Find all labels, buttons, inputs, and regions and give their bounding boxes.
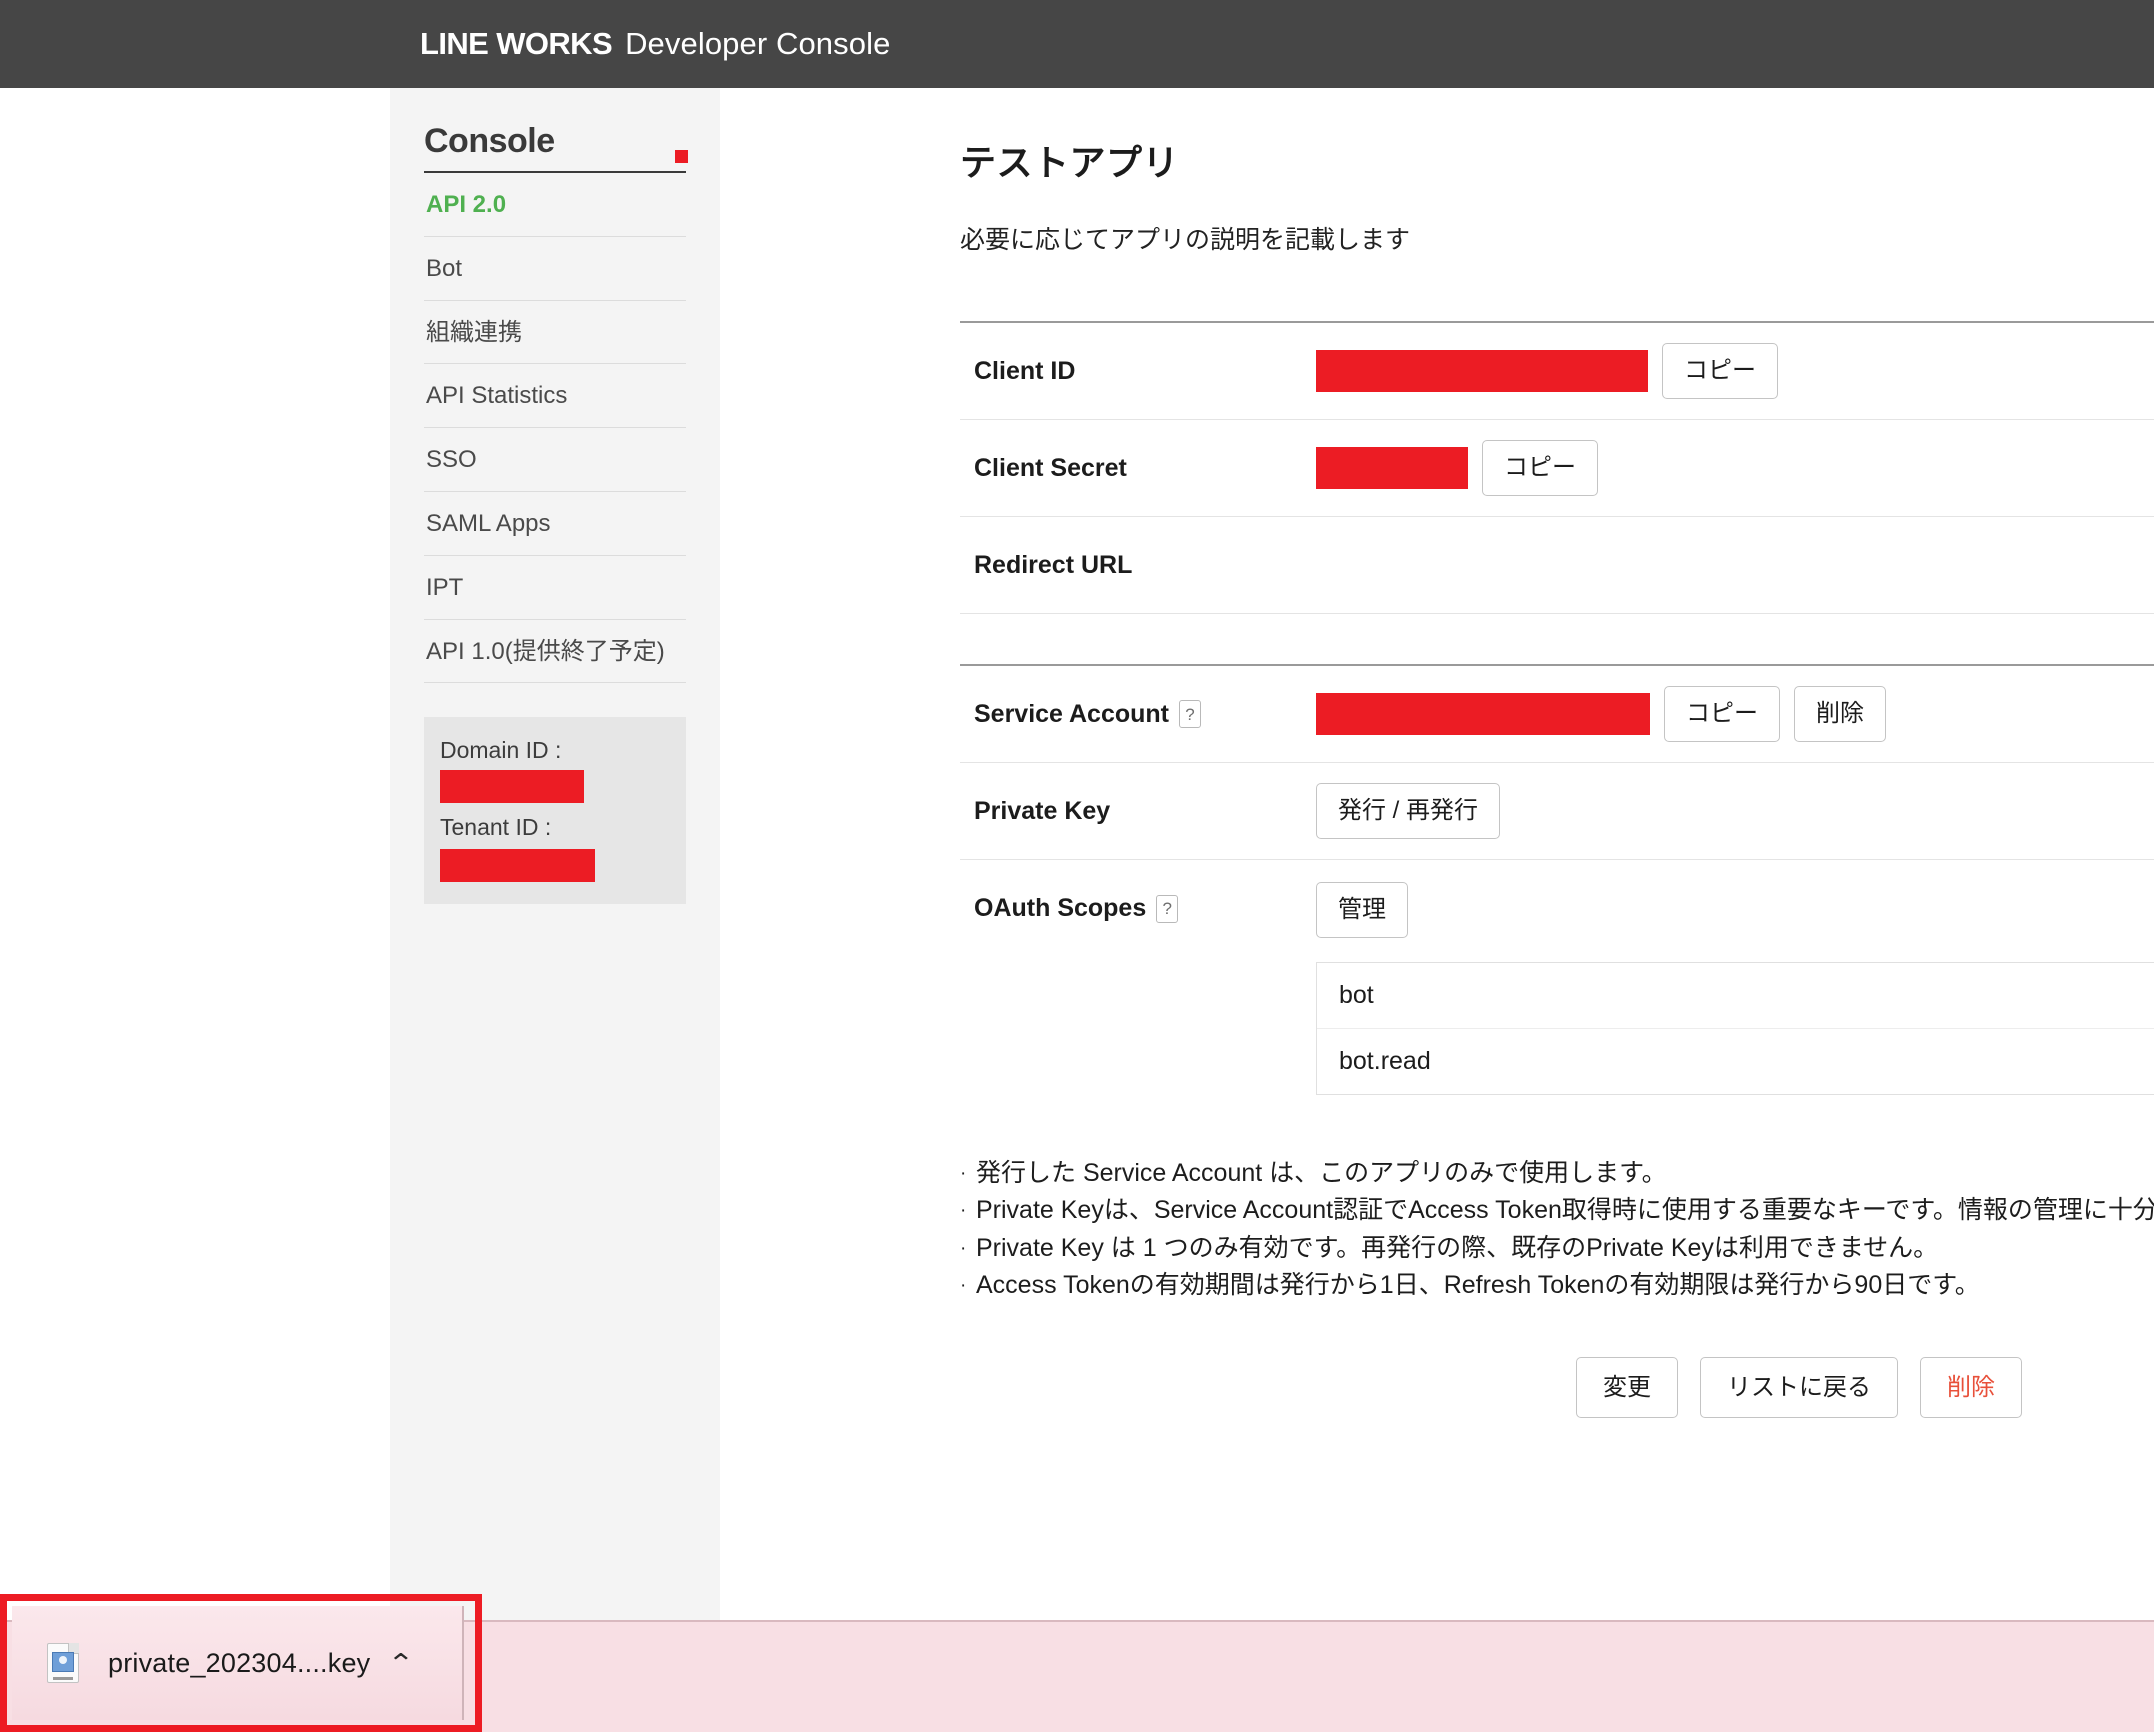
redirect-url-label: Redirect URL — [960, 551, 1316, 580]
row-redirect-url: Redirect URL — [960, 517, 2154, 614]
note-bullet-icon: · — [960, 1230, 976, 1267]
tenant-info-box: Domain ID : Tenant ID : — [424, 717, 686, 904]
sidebar-item-sso[interactable]: SSO — [424, 428, 686, 492]
note-item: · Access Tokenの有効期間は発行から1日、Refresh Token… — [960, 1267, 2154, 1305]
page-description: 必要に応じてアプリの説明を記載します — [960, 220, 2154, 256]
row-client-id: Client ID コピー — [960, 323, 2154, 420]
list-item: bot.read — [1317, 1029, 2154, 1094]
note-item: · Private Key は 1 つのみ有効です。再発行の際、既存のPriva… — [960, 1230, 2154, 1268]
sidebar-link-saml-apps[interactable]: SAML Apps — [424, 492, 686, 555]
service-account-label: Service Account ? — [960, 700, 1316, 729]
note-bullet-icon: · — [960, 1155, 976, 1192]
sidebar-link-org-link[interactable]: 組織連携 — [424, 301, 686, 364]
private-key-value-cell: 発行 / 再発行 — [1316, 783, 2154, 839]
note-bullet-icon: · — [960, 1267, 976, 1304]
note-item: · Private Keyは、Service Account認証でAccess … — [960, 1192, 2154, 1230]
sidebar: Console API 2.0 Bot 組織連携 API Statistics — [390, 88, 720, 1620]
download-bar: private_202304....key ⌃ — [0, 1620, 2154, 1732]
red-square-icon — [675, 150, 688, 163]
service-account-delete-button[interactable]: 削除 — [1794, 686, 1886, 742]
client-secret-redacted-value — [1316, 447, 1468, 489]
service-account-value-cell: コピー 削除 — [1316, 686, 2154, 742]
oauth-scopes-manage-button[interactable]: 管理 — [1316, 882, 1408, 938]
sidebar-item-org-link[interactable]: 組織連携 — [424, 301, 686, 365]
tenant-id-redacted-value — [440, 849, 595, 882]
update-button[interactable]: 変更 — [1576, 1357, 1678, 1419]
client-id-label: Client ID — [960, 357, 1316, 386]
sidebar-link-api-statistics[interactable]: API Statistics — [424, 364, 686, 427]
sidebar-link-api-1[interactable]: API 1.0(提供終了予定) — [424, 620, 686, 683]
service-account-label-text: Service Account — [974, 700, 1169, 729]
help-icon[interactable]: ? — [1179, 700, 1201, 728]
oauth-scope-list: bot bot.read — [1316, 962, 2154, 1095]
domain-id-redacted-value — [440, 770, 584, 803]
list-item: bot — [1317, 963, 2154, 1029]
delete-button[interactable]: 削除 — [1920, 1357, 2022, 1419]
client-secret-value-cell: コピー — [1316, 440, 2154, 496]
back-to-list-button[interactable]: リストに戻る — [1700, 1357, 1898, 1419]
sidebar-nav: API 2.0 Bot 組織連携 API Statistics SSO SAML… — [424, 173, 686, 683]
sidebar-item-bot[interactable]: Bot — [424, 237, 686, 301]
service-account-redacted-value — [1316, 693, 1650, 735]
page-title: テストアプリ — [960, 134, 2154, 186]
brand-product-text: Developer Console — [625, 26, 890, 62]
private-key-label: Private Key — [960, 797, 1316, 826]
sidebar-link-sso[interactable]: SSO — [424, 428, 686, 491]
key-file-icon — [47, 1643, 79, 1683]
sidebar-link-api-2[interactable]: API 2.0 — [424, 173, 686, 236]
note-text: Private Key は 1 つのみ有効です。再発行の際、既存のPrivate… — [976, 1230, 1938, 1268]
app-header: LINE WORKS Developer Console — [0, 0, 2154, 88]
sidebar-link-ipt[interactable]: IPT — [424, 556, 686, 619]
download-file-name: private_202304....key — [108, 1648, 370, 1679]
sidebar-link-bot[interactable]: Bot — [424, 237, 686, 300]
note-text: Private Keyは、Service Account認証でAccess To… — [976, 1192, 2154, 1230]
form-actions: 変更 リストに戻る 削除 — [960, 1357, 2154, 1419]
sidebar-title: Console — [424, 122, 686, 171]
page-body: Console API 2.0 Bot 組織連携 API Statistics — [0, 88, 2154, 1620]
note-text: Access Tokenの有効期間は発行から1日、Refresh Tokenの有… — [976, 1267, 1980, 1305]
client-secret-copy-button[interactable]: コピー — [1482, 440, 1598, 496]
client-secret-label: Client Secret — [960, 454, 1316, 483]
sidebar-item-saml-apps[interactable]: SAML Apps — [424, 492, 686, 556]
client-id-copy-button[interactable]: コピー — [1662, 343, 1778, 399]
section-separator — [960, 614, 2154, 666]
row-service-account: Service Account ? コピー 削除 — [960, 666, 2154, 763]
oauth-scopes-label: OAuth Scopes ? — [960, 860, 1316, 923]
client-id-value-cell: コピー — [1316, 343, 2154, 399]
note-item: · 発行した Service Account は、このアプリのみで使用します。 — [960, 1155, 2154, 1193]
help-icon[interactable]: ? — [1156, 895, 1178, 923]
sidebar-item-ipt[interactable]: IPT — [424, 556, 686, 620]
sidebar-title-rule — [424, 171, 686, 173]
notes-section: · 発行した Service Account は、このアプリのみで使用します。 … — [960, 1155, 2154, 1305]
download-item[interactable]: private_202304....key ⌃ — [12, 1606, 464, 1720]
sidebar-item-api-2[interactable]: API 2.0 — [424, 173, 686, 237]
oauth-scopes-label-text: OAuth Scopes — [974, 894, 1146, 923]
tenant-id-label: Tenant ID : — [438, 812, 672, 843]
app-detail-table: Client ID コピー Client Secret コピー — [960, 321, 2154, 1121]
private-key-issue-button[interactable]: 発行 / 再発行 — [1316, 783, 1500, 839]
note-bullet-icon: · — [960, 1192, 976, 1229]
domain-id-label: Domain ID : — [438, 735, 672, 766]
sidebar-item-api-1[interactable]: API 1.0(提供終了予定) — [424, 620, 686, 684]
client-id-redacted-value — [1316, 350, 1648, 392]
note-text: 発行した Service Account は、このアプリのみで使用します。 — [976, 1155, 1667, 1193]
sidebar-item-api-statistics[interactable]: API Statistics — [424, 364, 686, 428]
brand-logo[interactable]: LINE WORKS Developer Console — [420, 26, 890, 62]
row-oauth-scopes: OAuth Scopes ? 管理 bot bot.read — [960, 860, 2154, 1121]
row-client-secret: Client Secret コピー — [960, 420, 2154, 517]
brand-mark-text: LINE WORKS — [420, 26, 612, 62]
chevron-up-icon[interactable]: ⌃ — [387, 1650, 414, 1676]
oauth-scopes-value-cell: 管理 bot bot.read — [1316, 860, 2154, 1121]
service-account-copy-button[interactable]: コピー — [1664, 686, 1780, 742]
main-content: テストアプリ 必要に応じてアプリの説明を記載します Client ID コピー … — [720, 88, 2154, 1620]
row-private-key: Private Key 発行 / 再発行 — [960, 763, 2154, 860]
